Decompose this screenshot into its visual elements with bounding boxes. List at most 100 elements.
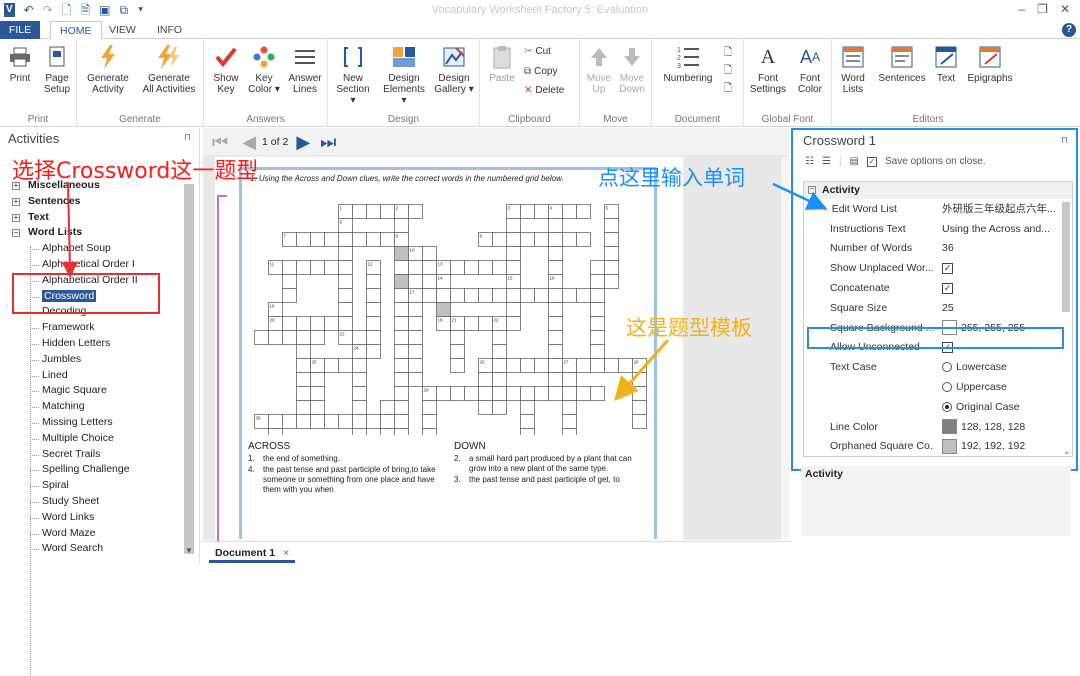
color-swatch[interactable] (942, 438, 957, 454)
property-row[interactable]: Line Color 128, 128, 128 (804, 417, 1072, 437)
property-row[interactable]: Uppercase (804, 377, 1072, 397)
tree-item[interactable]: Lined (10, 368, 182, 384)
text-case-radio[interactable] (942, 362, 952, 373)
tab-view[interactable]: VIEW (100, 21, 145, 39)
design-elements-button[interactable]: Design Elements ▾ (380, 44, 428, 106)
tree-item[interactable]: Jumbles (10, 352, 182, 368)
tab-file[interactable]: FILE (0, 21, 40, 39)
paste-button[interactable]: Paste (486, 44, 518, 84)
last-page-icon[interactable]: ⏭ (320, 132, 336, 152)
expand-icon[interactable]: + (12, 197, 20, 206)
property-row[interactable]: Concatenate ✓ (804, 278, 1072, 298)
tree-node[interactable]: + Sentences (10, 194, 182, 210)
generate-all-activities-button[interactable]: Generate All Activities (137, 44, 201, 95)
tree-item[interactable]: Secret Trails (10, 447, 182, 463)
property-row[interactable]: ✎ Edit Word List 外研版三年级起点六年... (804, 199, 1072, 219)
property-row[interactable]: Orphaned Square Co... 192, 192, 192 (804, 437, 1072, 456)
property-pages-icon[interactable]: ▤ (850, 156, 859, 167)
font-settings-button[interactable]: A Font Settings (748, 44, 788, 96)
property-scrollbar[interactable] (1062, 202, 1070, 312)
sentences-button[interactable]: Sentences (876, 44, 928, 84)
save-options-checkbox[interactable]: ✓ (867, 156, 877, 167)
document-scrollbar[interactable] (781, 157, 789, 540)
crossword-section[interactable]: 1. Using the Across and Down clues, writ… (239, 167, 657, 539)
print-button[interactable]: Print (6, 44, 34, 84)
tree-item[interactable]: Alphabet Soup (10, 241, 182, 257)
property-checkbox[interactable]: ✓ (942, 262, 953, 274)
epigraphs-button[interactable]: Epigraphs (964, 44, 1016, 84)
page-setup-button[interactable]: Page Setup (40, 44, 74, 95)
tree-item[interactable]: Multiple Choice (10, 431, 182, 447)
delete-button[interactable]: ✕ Delete (524, 85, 564, 96)
category-activity[interactable]: − Activity (804, 182, 1072, 199)
close-icon[interactable]: ✕ (1060, 2, 1070, 16)
tree-node[interactable]: + Text (10, 210, 182, 226)
tree-item[interactable]: Alphabetical Order I (10, 257, 182, 273)
expand-icon[interactable]: + (12, 213, 20, 222)
activities-scrollbar[interactable] (184, 184, 194, 554)
scroll-down-icon[interactable]: ⌄ (1063, 447, 1070, 456)
save-as-icon[interactable]: ⧉ (119, 3, 128, 17)
text-case-radio[interactable] (942, 401, 952, 412)
property-row[interactable]: Show Unplaced Wor... ✓ (804, 258, 1072, 278)
word-lists-button[interactable]: Word Lists (836, 44, 870, 95)
design-gallery-button[interactable]: Design Gallery ▾ (432, 44, 476, 95)
expand-icon[interactable]: − (12, 229, 20, 238)
property-row[interactable]: Number of Words 36 (804, 239, 1072, 259)
tree-item[interactable]: Spelling Challenge (10, 462, 182, 478)
alphabetical-icon[interactable]: ☰ (822, 156, 831, 167)
scroll-down-icon[interactable]: ▼ (185, 546, 193, 555)
move-up-button[interactable]: Move Up (584, 44, 614, 95)
property-row[interactable]: Instructions Text Using the Across and... (804, 219, 1072, 239)
cut-button[interactable]: ✂ Cut (524, 46, 551, 57)
text-button[interactable]: Text (932, 44, 960, 84)
property-row[interactable]: Square Size 25 (804, 298, 1072, 318)
document-small-icon-2[interactable]: 🗋 (724, 63, 732, 80)
tree-item[interactable]: Missing Letters (10, 415, 182, 431)
property-checkbox[interactable]: ✓ (942, 282, 953, 294)
save-icon[interactable]: ▣ (99, 3, 110, 17)
font-color-button[interactable]: AA Font Color (792, 44, 828, 96)
open-document-icon[interactable]: 🗎 (80, 3, 90, 17)
close-tab-icon[interactable]: × (283, 547, 289, 559)
document-small-icon-1[interactable]: 🗋 (724, 45, 732, 62)
customize-dropdown-icon[interactable]: ⯆ (137, 3, 144, 17)
numbering-button[interactable]: 123 Numbering (658, 44, 718, 84)
document-small-icon-3[interactable]: 🗋 (724, 81, 732, 98)
tab-info[interactable]: INFO (148, 21, 191, 39)
property-row[interactable]: Original Case (804, 397, 1072, 417)
move-down-button[interactable]: Move Down (616, 44, 648, 95)
answer-lines-button[interactable]: Answer Lines (286, 44, 324, 95)
generate-activity-button[interactable]: Generate Activity (83, 44, 133, 95)
redo-icon[interactable]: ↷ (43, 3, 53, 17)
tab-home[interactable]: HOME (50, 21, 102, 40)
tree-item[interactable]: Matching (10, 399, 182, 415)
tree-item[interactable]: Study Sheet (10, 494, 182, 510)
text-case-radio[interactable] (942, 382, 952, 393)
categorized-icon[interactable]: ☷ (805, 156, 814, 167)
pin-icon[interactable]: ⊓ (184, 132, 191, 143)
tree-item[interactable]: Spiral (10, 478, 182, 494)
next-page-icon[interactable]: ▶ (296, 132, 310, 152)
pin-icon[interactable]: ⊓ (1061, 135, 1068, 146)
tree-item[interactable]: Word Search (10, 541, 182, 557)
copy-button[interactable]: ⧉ Copy (524, 66, 558, 77)
tree-item[interactable]: Framework (10, 320, 182, 336)
property-row[interactable]: Text Case Lowercase (804, 357, 1072, 377)
prev-page-icon[interactable]: ◀ (242, 132, 256, 152)
tree-item[interactable]: Magic Square (10, 383, 182, 399)
show-key-button[interactable]: Show Key (210, 44, 242, 95)
new-section-button[interactable]: New Section ▾ (334, 44, 372, 106)
tab-document-1[interactable]: Document 1 × (209, 544, 296, 563)
tree-item[interactable]: Word Maze (10, 526, 182, 542)
undo-icon[interactable]: ↶ (24, 3, 34, 17)
key-color-button[interactable]: Key Color ▾ (244, 44, 284, 95)
minimize-icon[interactable]: – (1018, 2, 1025, 16)
first-page-icon[interactable]: ⏮ (212, 132, 228, 152)
tree-item[interactable]: Hidden Letters (10, 336, 182, 352)
new-document-icon[interactable]: 🗋 (62, 3, 72, 17)
tree-item[interactable]: Word Links (10, 510, 182, 526)
help-icon[interactable]: ? (1062, 23, 1076, 37)
restore-icon[interactable]: ❐ (1037, 2, 1048, 16)
tree-node[interactable]: − Word Lists (10, 225, 182, 241)
